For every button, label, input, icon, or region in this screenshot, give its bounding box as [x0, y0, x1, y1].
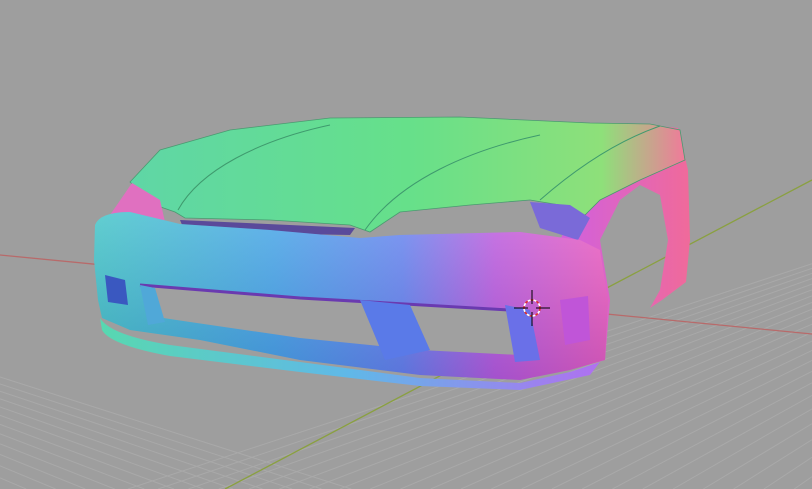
3d-viewport[interactable] [0, 0, 812, 489]
car-mesh[interactable] [94, 116, 690, 390]
side-vent [560, 296, 590, 345]
